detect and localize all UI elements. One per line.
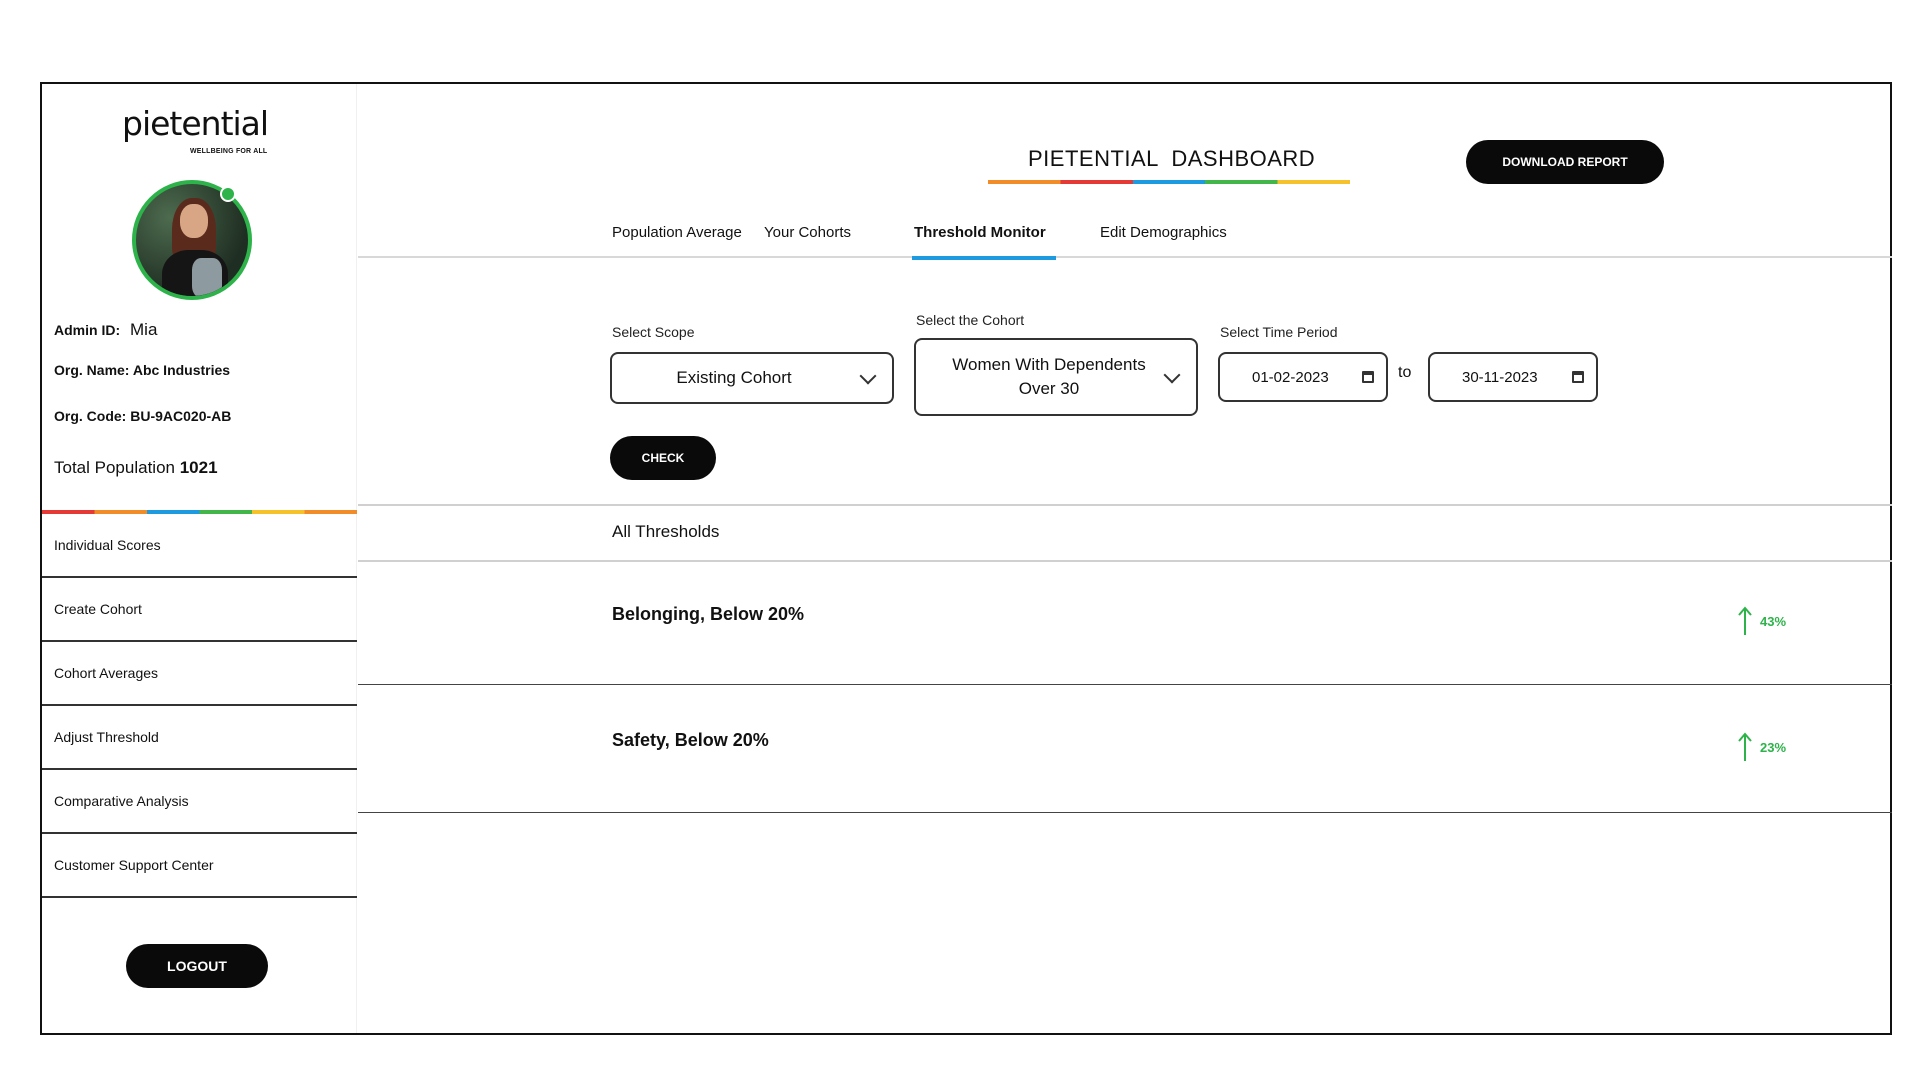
- org-code: Org. Code: BU-9AC020-AB: [54, 408, 232, 424]
- date-to-value: 30-11-2023: [1462, 368, 1538, 386]
- date-from-value: 01-02-2023: [1252, 368, 1329, 386]
- page-title: PIETENTIAL DASHBOARD: [1028, 146, 1316, 171]
- calendar-icon[interactable]: [1572, 371, 1584, 383]
- threshold-change-value: 43%: [1760, 613, 1787, 629]
- logout-button[interactable]: LOGOUT: [126, 944, 268, 988]
- admin-id: Admin ID: Mia: [54, 320, 158, 339]
- date-from-input[interactable]: 01-02-2023: [1218, 352, 1388, 402]
- brand-name: pietential: [122, 104, 269, 143]
- sidebar-item-individual-scores[interactable]: Individual Scores: [42, 514, 357, 578]
- time-period-label: Select Time Period: [1220, 324, 1338, 340]
- divider: [358, 504, 1892, 506]
- active-tab-indicator: [912, 256, 1056, 260]
- arrow-up-icon: [1738, 732, 1752, 761]
- brand-logo: pietential WELLBEING FOR ALL: [122, 104, 282, 155]
- total-population-value: 1021: [179, 458, 218, 477]
- threshold-change-value: 23%: [1760, 739, 1787, 755]
- total-population: Total Population 1021: [54, 458, 218, 477]
- chevron-down-icon: [859, 367, 877, 385]
- sidebar-item-adjust-threshold[interactable]: Adjust Threshold: [42, 706, 357, 770]
- divider: [358, 560, 1892, 562]
- org-code-value: BU-9AC020-AB: [130, 408, 232, 424]
- threshold-row-title: Belonging, Below 20%: [612, 604, 805, 624]
- app-frame: pietential WELLBEING FOR ALL Admin ID: M…: [40, 82, 1892, 1035]
- cohort-label: Select the Cohort: [916, 312, 1025, 328]
- scope-select[interactable]: Existing Cohort: [610, 352, 894, 404]
- tab-population-average[interactable]: Population Average: [612, 224, 742, 241]
- sidebar-item-customer-support[interactable]: Customer Support Center: [42, 834, 357, 898]
- sidebar-item-comparative-analysis[interactable]: Comparative Analysis: [42, 770, 357, 834]
- tab-your-cohorts[interactable]: Your Cohorts: [764, 224, 851, 241]
- date-to-input[interactable]: 30-11-2023: [1428, 352, 1598, 402]
- title-color-underline: [988, 180, 1350, 184]
- main-content: PIETENTIAL DASHBOARD DOWNLOAD REPORT Pop…: [358, 84, 1892, 1033]
- check-button[interactable]: CHECK: [610, 436, 716, 480]
- tab-threshold-monitor[interactable]: Threshold Monitor: [914, 224, 1046, 241]
- divider: [358, 684, 1892, 685]
- cohort-select-value: Women With Dependents Over 30: [952, 355, 1146, 398]
- threshold-trend: 43%: [1738, 606, 1786, 636]
- brand-tagline: WELLBEING FOR ALL: [190, 148, 268, 155]
- all-thresholds-heading: All Thresholds: [612, 522, 720, 541]
- date-range-separator: to: [1398, 364, 1412, 381]
- edit-avatar-icon[interactable]: [220, 186, 236, 202]
- sidebar-item-cohort-averages[interactable]: Cohort Averages: [42, 642, 357, 706]
- scope-label: Select Scope: [612, 324, 695, 340]
- org-name: Org. Name: Abc Industries: [54, 362, 231, 378]
- threshold-row-title: Safety, Below 20%: [612, 730, 769, 750]
- divider: [358, 812, 1892, 813]
- admin-id-value: Mia: [130, 320, 158, 339]
- sidebar-item-create-cohort[interactable]: Create Cohort: [42, 578, 357, 642]
- sidebar-nav: Individual Scores Create Cohort Cohort A…: [42, 514, 357, 898]
- scope-select-value: Existing Cohort: [676, 368, 792, 387]
- tab-bar: Population Average Your Cohorts Threshol…: [358, 214, 1892, 258]
- download-report-button[interactable]: DOWNLOAD REPORT: [1466, 140, 1664, 184]
- calendar-icon[interactable]: [1362, 371, 1374, 383]
- sidebar: pietential WELLBEING FOR ALL Admin ID: M…: [42, 84, 357, 1033]
- chevron-down-icon: [1163, 366, 1181, 384]
- org-name-value: Abc Industries: [132, 362, 231, 378]
- cohort-select[interactable]: Women With Dependents Over 30: [914, 338, 1198, 416]
- threshold-trend: 23%: [1738, 732, 1786, 762]
- tab-edit-demographics[interactable]: Edit Demographics: [1100, 224, 1227, 241]
- arrow-up-icon: [1738, 606, 1752, 635]
